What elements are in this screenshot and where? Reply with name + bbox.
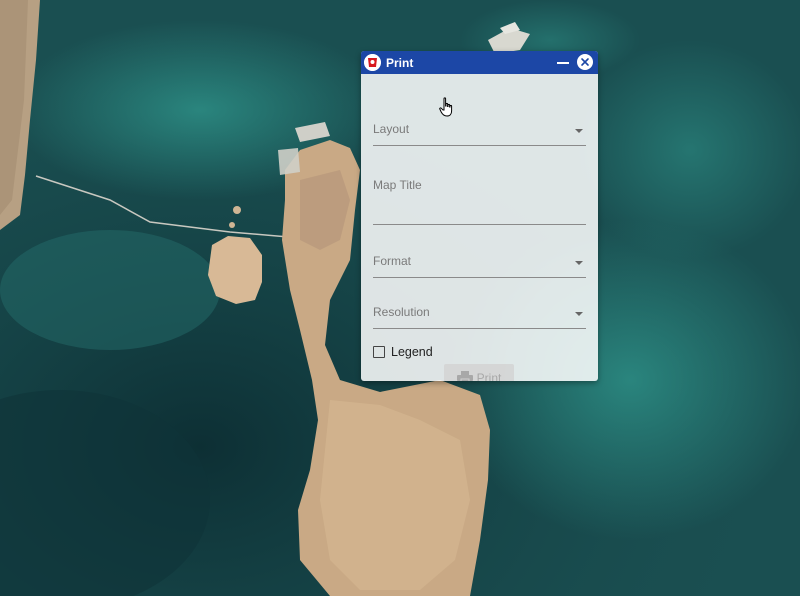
print-button-label: Print [476,371,502,381]
app-logo-icon [364,54,381,71]
map-title-label: Map Title [373,178,422,192]
map-title-input[interactable]: Map Title [373,178,586,225]
chevron-down-icon [575,129,583,133]
layout-label: Layout [373,122,410,136]
format-label: Format [373,254,412,268]
layout-select[interactable]: Layout [373,122,586,146]
legend-checkbox[interactable] [373,346,385,358]
resolution-select[interactable]: Resolution [373,305,586,329]
chevron-down-icon [575,261,583,265]
chevron-down-icon [575,312,583,316]
minimize-button[interactable] [556,54,570,70]
close-icon [581,58,589,66]
legend-option[interactable]: Legend [373,345,433,359]
print-form: Layout Map Title Format Resolution Legen… [361,74,598,381]
dialog-header[interactable]: Print [361,51,598,74]
print-dialog: Print Layout Map Title Format Resolution… [361,51,598,381]
printer-icon [456,371,473,381]
dialog-title: Print [386,55,414,70]
format-select[interactable]: Format [373,254,586,278]
resolution-label: Resolution [373,305,430,319]
print-button[interactable]: Print [444,364,514,381]
legend-label: Legend [391,345,433,359]
close-button[interactable] [577,54,593,70]
